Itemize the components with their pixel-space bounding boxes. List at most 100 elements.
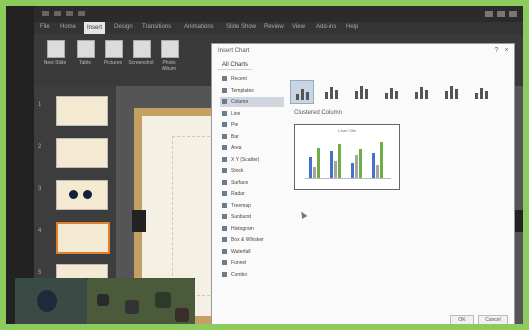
area-chart-icon	[222, 145, 227, 151]
3d-100-stacked-column-icon[interactable]	[440, 80, 462, 102]
window-title	[334, 10, 484, 17]
chart-category-funnel[interactable]: Funnel	[220, 258, 284, 268]
chart-category-histogram[interactable]: Histogram	[220, 224, 284, 234]
tab-file[interactable]: File	[40, 24, 50, 30]
chart-category-label: Stock	[231, 168, 244, 174]
chart-category-stock[interactable]: Stock	[220, 166, 284, 176]
3d-column-icon[interactable]	[470, 80, 492, 102]
chart-category-bar[interactable]: Bar	[220, 132, 284, 142]
tab-slide-show[interactable]: Slide Show	[226, 24, 256, 30]
stacked-column-icon[interactable]	[320, 80, 342, 102]
insert-chart-dialog: Insert Chart ? × All Charts Recent Templa…	[211, 43, 515, 324]
type-icon-bar	[360, 86, 363, 99]
bar-chart-icon	[222, 133, 227, 139]
slide-thumbnail-4[interactable]	[56, 222, 110, 254]
chart-category-radar[interactable]: Radar	[220, 189, 284, 199]
maximize-icon[interactable]	[497, 11, 505, 17]
preview-bar	[355, 155, 358, 178]
chart-category-label: Funnel	[231, 260, 247, 266]
slide-thumbnail-1[interactable]	[56, 96, 108, 126]
waterfall-chart-icon	[222, 248, 227, 254]
new-slide-icon	[47, 40, 65, 58]
photo-album-button[interactable]: Photo Album	[156, 40, 182, 78]
photo-album-icon	[161, 40, 179, 58]
chart-category-combo[interactable]: Combo	[220, 270, 284, 280]
chart-category-label: Treemap	[231, 202, 251, 209]
preview-bar	[380, 142, 383, 178]
chart-category-templates[interactable]: Templates	[220, 86, 284, 96]
slide-number: 4	[38, 228, 42, 234]
chart-category-box-whisker[interactable]: Box & Whisker	[220, 235, 284, 245]
audience-figure	[175, 308, 189, 322]
cancel-button[interactable]: Cancel	[478, 315, 508, 324]
chart-category-treemap[interactable]: Treemap	[220, 201, 284, 211]
tab-animations[interactable]: Animations	[184, 24, 214, 30]
tab-review[interactable]: Review	[264, 24, 284, 30]
table-button[interactable]: Table	[72, 40, 98, 78]
tab-transitions[interactable]: Transitions	[142, 24, 171, 30]
type-icon-bar	[301, 89, 304, 100]
thumbnail-graphic	[69, 190, 78, 199]
help-icon[interactable]: ?	[493, 47, 500, 54]
chart-category-x-y-scatter[interactable]: X Y (Scatter)	[220, 155, 284, 165]
chart-preview[interactable]: Chart Title	[294, 124, 400, 190]
undo-icon[interactable]	[54, 11, 61, 16]
100-stacked-column-icon[interactable]	[350, 80, 372, 102]
type-icon-bar	[485, 91, 488, 99]
redo-icon[interactable]	[66, 11, 73, 16]
slide-thumbnail-3[interactable]	[56, 180, 108, 210]
chart-category-label: Combo	[231, 271, 248, 278]
chart-category-surface[interactable]: Surface	[220, 178, 284, 188]
column-chart-icon	[222, 99, 227, 105]
save-icon[interactable]	[42, 11, 49, 16]
chart-category-waterfall[interactable]: Waterfall	[220, 247, 284, 257]
chart-category-sunburst[interactable]: Sunburst	[220, 212, 284, 222]
chart-category-label: Box & Whisker	[231, 237, 264, 243]
new-slide-button[interactable]: New Slide	[42, 40, 68, 78]
box-whisker-chart-icon	[222, 237, 227, 243]
tab-home[interactable]: Home	[60, 24, 76, 30]
pictures-icon	[105, 40, 123, 58]
screenshot-button[interactable]: Screenshot	[128, 40, 154, 78]
ribbon-tabs: File Home Insert Design Transitions Anim…	[34, 22, 523, 34]
ok-button[interactable]: OK	[450, 315, 474, 324]
minimize-icon[interactable]	[485, 11, 493, 17]
treemap-chart-icon	[222, 202, 227, 208]
webcam-overlay	[15, 278, 195, 324]
new-slide-label: New Slide	[43, 60, 67, 66]
slide-decoration	[132, 210, 146, 232]
dialog-title: Insert Chart	[218, 48, 250, 54]
chart-category-pie[interactable]: Pie	[220, 120, 284, 130]
type-icon-bar	[415, 92, 418, 99]
slide-thumbnail-2[interactable]	[56, 138, 108, 168]
line-chart-icon	[222, 110, 227, 116]
type-icon-bar	[390, 88, 393, 99]
tab-view[interactable]: View	[292, 24, 305, 30]
chart-category-column[interactable]: Column	[220, 97, 284, 107]
chart-category-recent[interactable]: Recent	[220, 74, 284, 84]
close-icon[interactable]	[509, 11, 517, 17]
pictures-button[interactable]: Pictures	[100, 40, 126, 78]
tab-help[interactable]: Help	[346, 24, 358, 30]
surface-chart-icon	[222, 179, 227, 185]
3d-stacked-column-icon[interactable]	[410, 80, 432, 102]
tab-insert[interactable]: Insert	[84, 22, 106, 34]
3d-clustered-column-icon[interactable]	[380, 80, 402, 102]
screen-recording-frame: File Home Insert Design Transitions Anim…	[6, 6, 523, 324]
pictures-label: Pictures	[103, 60, 123, 66]
combo-chart-icon	[222, 271, 227, 277]
tab-add-ins[interactable]: Add-ins	[316, 24, 336, 30]
presenter-figure	[37, 290, 57, 312]
clustered-column-icon[interactable]	[290, 80, 314, 104]
tab-design[interactable]: Design	[114, 24, 133, 30]
close-icon[interactable]: ×	[503, 47, 510, 54]
customize-icon[interactable]	[78, 11, 85, 16]
chart-category-line[interactable]: Line	[220, 109, 284, 119]
chart-category-label: Radar	[231, 191, 245, 197]
chart-category-area[interactable]: Area	[220, 143, 284, 153]
type-icon-bar	[475, 93, 478, 99]
tab-all-charts[interactable]: All Charts	[218, 61, 253, 70]
thumbnail-graphic	[83, 190, 92, 199]
type-icon-bar	[306, 92, 309, 100]
slide-number: 2	[38, 144, 42, 150]
